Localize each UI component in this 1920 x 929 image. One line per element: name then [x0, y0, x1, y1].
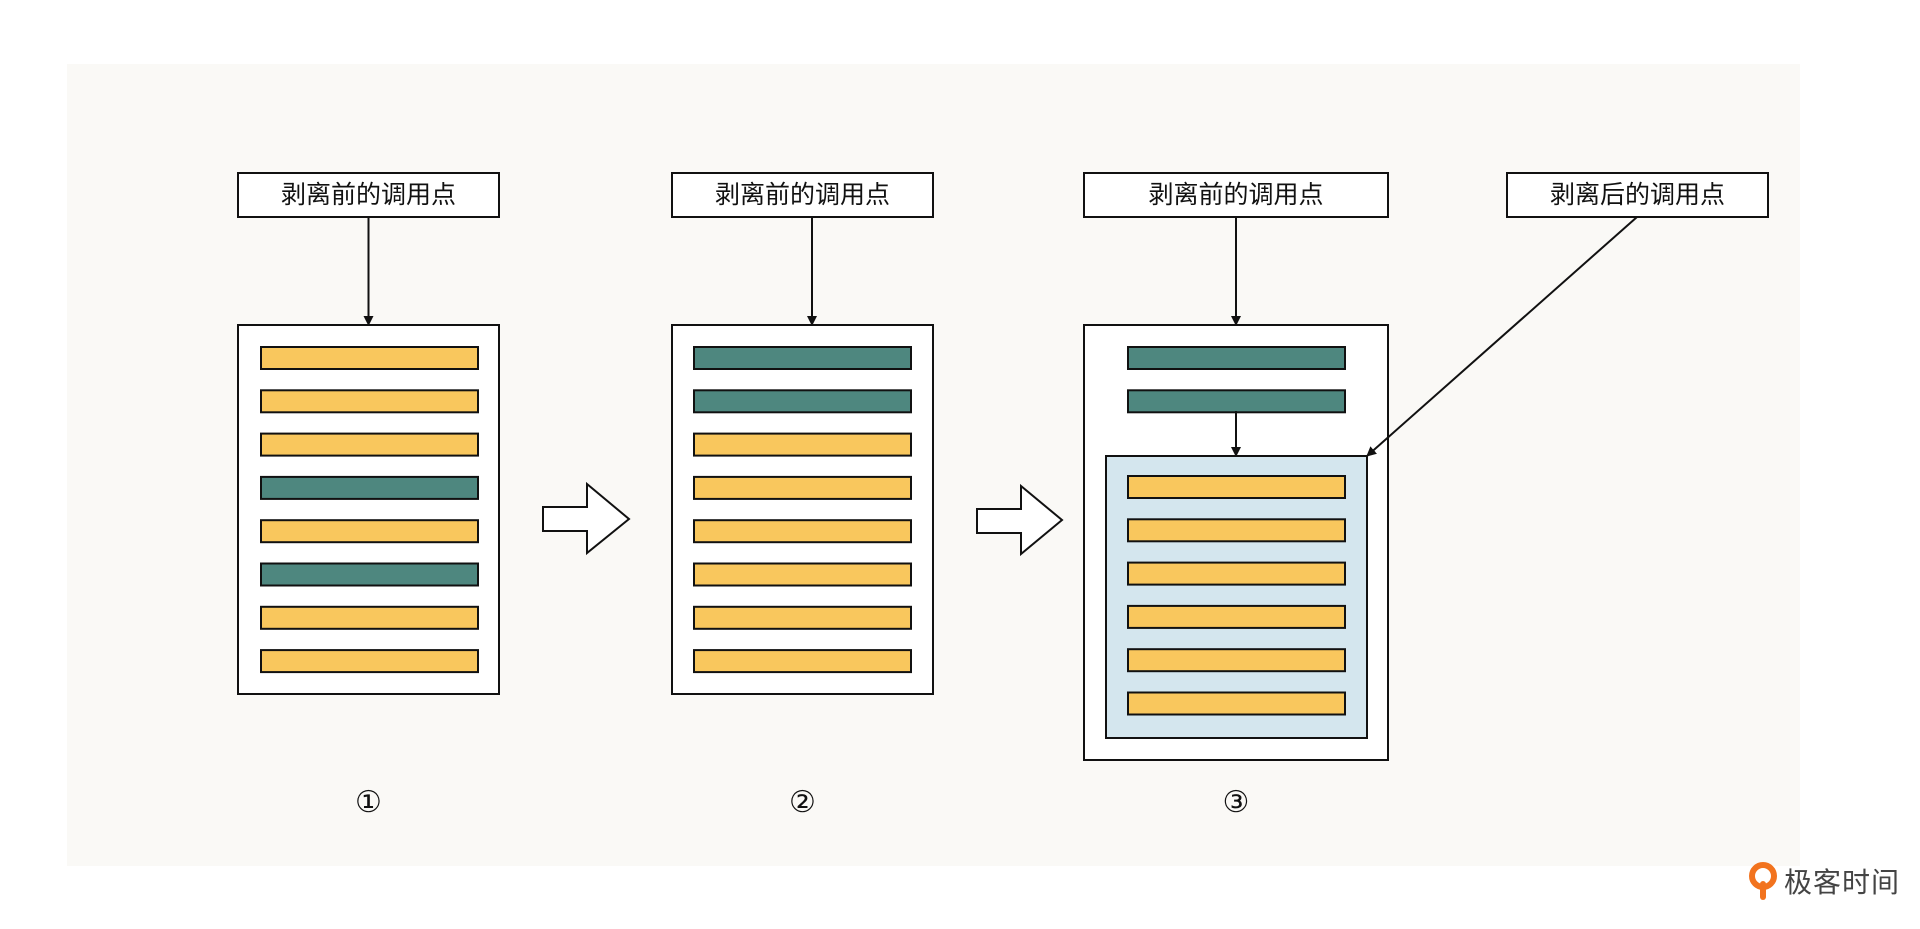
panel-1-code-box: [237, 324, 500, 695]
panel-3-label: 剥离前的调用点: [1148, 180, 1323, 209]
panel-1-yellow-bar-7: [260, 605, 479, 630]
panel-3-top-teal-bar-2: [1127, 389, 1346, 414]
panel-1-number: ①: [355, 785, 382, 820]
panel-1-teal-bar-6: [260, 562, 479, 587]
panel-2-teal-bar-2: [693, 389, 912, 414]
panel-3-second-label: 剥离后的调用点: [1550, 180, 1725, 209]
logo-text: 极客时间: [1783, 866, 1900, 899]
panel-2-yellow-bar-6: [693, 562, 912, 587]
panel-1-yellow-bar-8: [260, 649, 479, 674]
panel-3-inner-yellow-bar-3: [1127, 561, 1346, 586]
panel-2-yellow-bar-4: [693, 475, 912, 500]
panel-2-yellow-bar-3: [693, 432, 912, 457]
panel-3-inner-yellow-bar-1: [1127, 475, 1346, 499]
geektime-logo-icon: [1748, 862, 1777, 900]
panel-2-yellow-bar-8: [693, 649, 912, 674]
panel-3-inner-yellow-bar-6: [1127, 691, 1346, 716]
panel-2-yellow-bar-7: [693, 605, 912, 630]
panel-2-yellow-bar-5: [693, 519, 912, 544]
panel-3-inner-yellow-bar-5: [1127, 648, 1346, 673]
panel-3-inner-yellow-bar-4: [1127, 604, 1346, 629]
panel-2-teal-bar-1: [693, 346, 912, 370]
panel-2-number: ②: [789, 785, 816, 820]
panel-3-top-teal-bar-1: [1127, 346, 1346, 370]
panel-3-inner-yellow-bar-2: [1127, 518, 1346, 543]
geektime-logo: 极客时间: [1748, 859, 1900, 903]
panel-1-yellow-bar-3: [260, 432, 479, 457]
panel-1-yellow-bar-2: [260, 389, 479, 414]
panel-1-teal-bar-4: [260, 475, 479, 500]
panel-2-code-box: [671, 324, 934, 695]
stripping-diagram: 剥离前的调用点 ① 剥离前的调用点 ② 剥离前的调用点 ③ 剥离后的调用点: [67, 64, 1800, 866]
panel-1-label: 剥离前的调用点: [281, 180, 456, 209]
panel-3-number: ③: [1223, 785, 1250, 820]
panel-1-yellow-bar-1: [260, 346, 479, 370]
panel-2-label: 剥离前的调用点: [715, 180, 890, 209]
panel-1-yellow-bar-5: [260, 519, 479, 544]
